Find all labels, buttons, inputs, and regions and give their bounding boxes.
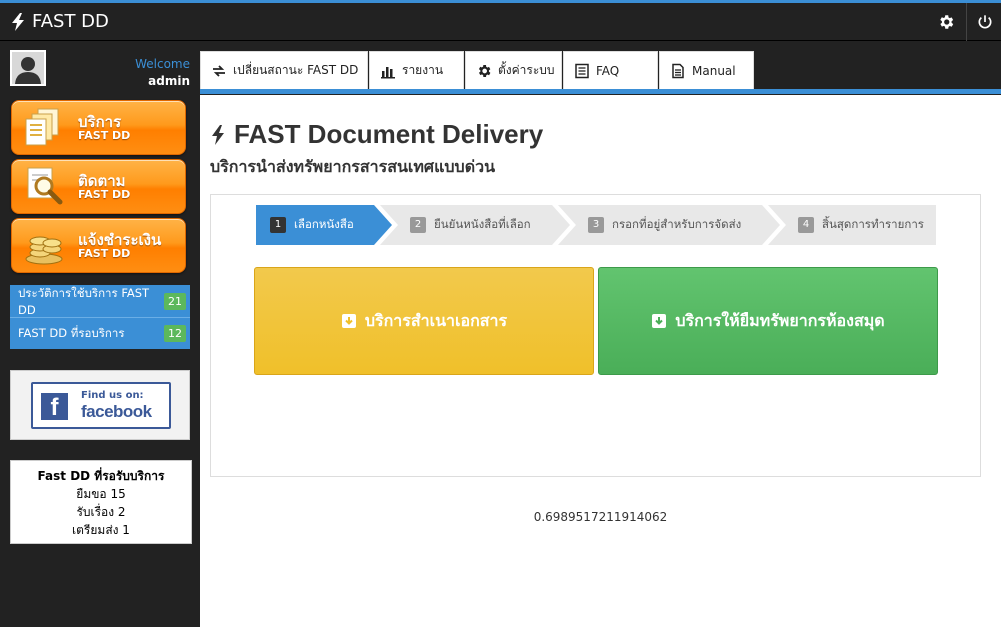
exchange-icon: [213, 64, 225, 77]
menu-service-sub: FAST DD: [78, 129, 131, 142]
sidebar-item-pending[interactable]: FAST DD ที่รอบริการ 12: [10, 317, 190, 349]
step-number: 1: [270, 217, 286, 233]
step-label: ยืนยันหนังสือที่เลือก: [434, 217, 531, 231]
step-number: 2: [410, 217, 426, 233]
tab-label: รายงาน: [402, 63, 444, 77]
copy-service-label: บริการสำเนาเอกสาร: [364, 310, 508, 330]
sidebar-item-label: ประวัติการใช้บริการ FAST DD: [18, 286, 150, 317]
top-bar: FAST DD: [0, 0, 1001, 41]
menu-track-button[interactable]: ติดตาม FAST DD: [11, 159, 186, 214]
download-box-icon: [341, 314, 356, 328]
step-label: กรอกที่อยู่สำหรับการจัดส่ง: [612, 217, 742, 231]
tab-manual[interactable]: Manual: [659, 51, 754, 89]
wizard-step-select-book[interactable]: 1 เลือกหนังสือ: [256, 205, 392, 245]
step-label: เลือกหนังสือ: [294, 217, 354, 231]
wizard-steps: 1 เลือกหนังสือ 2 ยืนยันหนังสือที่เลือก 3…: [256, 205, 936, 245]
count-badge: 21: [164, 292, 186, 310]
tab-label: Manual: [692, 63, 736, 78]
settings-button[interactable]: [928, 3, 964, 41]
facebook-find-text: Find us on:: [81, 390, 144, 401]
page-subtitle: บริการนำส่งทรัพยากรสารสนเทศแบบด่วน: [210, 157, 495, 176]
tab-bar: เปลี่ยนสถานะ FAST DD รายงาน ตั้งค่าระบบ …: [200, 41, 1001, 95]
status-title: Fast DD ที่รอรับบริการ: [37, 469, 165, 483]
main-content: เปลี่ยนสถานะ FAST DD รายงาน ตั้งค่าระบบ …: [200, 41, 1001, 627]
sidebar-list: ประวัติการใช้บริการ FAST DD 21 FAST DD ท…: [10, 285, 190, 349]
wizard-step-finish[interactable]: 4 สิ้นสุดการทำรายการ: [768, 205, 936, 245]
menu-payment-sub: FAST DD: [78, 247, 131, 260]
status-summary: Fast DD ที่รอรับบริการ ยืมขอ 15 รับเรื่อ…: [10, 460, 192, 544]
sidebar: Welcome admin บริการ FAST DD ติดตาม FAST…: [0, 41, 200, 627]
app-title: FAST DD: [32, 11, 109, 32]
page-title-text: FAST Document Delivery: [234, 119, 544, 149]
gear-icon: [940, 15, 954, 29]
documents-icon: [25, 108, 59, 146]
wizard-panel: 1 เลือกหนังสือ 2 ยืนยันหนังสือที่เลือก 3…: [210, 194, 981, 477]
wizard-step-confirm[interactable]: 2 ยืนยันหนังสือที่เลือก: [380, 205, 570, 245]
logout-button[interactable]: [966, 3, 1001, 41]
menu-track-sub: FAST DD: [78, 188, 131, 201]
bar-chart-icon: [381, 66, 395, 78]
tab-label: ตั้งค่าระบบ: [498, 63, 555, 77]
menu-service-button[interactable]: บริการ FAST DD: [11, 100, 186, 155]
lightning-icon: [12, 12, 24, 31]
facebook-box: f Find us on: facebook: [10, 370, 190, 440]
sidebar-item-history[interactable]: ประวัติการใช้บริการ FAST DD 21: [10, 285, 190, 317]
page-title: FAST Document Delivery: [210, 119, 543, 150]
tab-label: FAQ: [596, 63, 620, 78]
facebook-link[interactable]: f Find us on: facebook: [31, 382, 171, 429]
welcome-text: Welcome: [135, 57, 190, 71]
tab-stripe: [200, 89, 1001, 94]
coins-icon: [25, 236, 63, 265]
copy-service-button[interactable]: บริการสำเนาเอกสาร: [254, 267, 594, 375]
download-box-icon: [652, 314, 667, 328]
list-icon: [575, 63, 589, 78]
username: admin: [148, 74, 190, 88]
tab-settings[interactable]: ตั้งค่าระบบ: [465, 51, 562, 89]
document-icon: [672, 63, 684, 78]
user-silhouette-icon: [12, 52, 44, 84]
count-badge: 12: [164, 325, 186, 342]
loan-service-button[interactable]: บริการให้ยืมทรัพยากรห้องสมุด: [598, 267, 938, 375]
avatar[interactable]: [10, 50, 46, 86]
power-icon: [978, 15, 991, 29]
status-line: รับเรื่อง 2: [76, 505, 126, 519]
wizard-step-address[interactable]: 3 กรอกที่อยู่สำหรับการจัดส่ง: [558, 205, 780, 245]
tab-label: เปลี่ยนสถานะ FAST DD: [233, 63, 359, 77]
facebook-name: facebook: [81, 402, 152, 421]
step-label: สิ้นสุดการทำรายการ: [822, 217, 924, 231]
loan-service-label: บริการให้ยืมทรัพยากรห้องสมุด: [675, 310, 885, 330]
status-line: เตรียมส่ง 1: [72, 523, 130, 537]
tab-faq[interactable]: FAQ: [563, 51, 658, 89]
step-number: 3: [588, 217, 604, 233]
gear-icon: [478, 64, 491, 77]
footer-value: 0.6989517211914062: [533, 510, 668, 524]
brand[interactable]: FAST DD: [10, 11, 109, 32]
tab-change-status[interactable]: เปลี่ยนสถานะ FAST DD: [200, 51, 368, 89]
facebook-icon: f: [41, 393, 68, 421]
magnifier-icon: [27, 167, 63, 205]
menu-payment-button[interactable]: แจ้งชำระเงิน FAST DD: [11, 218, 186, 273]
tab-report[interactable]: รายงาน: [369, 51, 464, 89]
lightning-icon: [212, 124, 224, 145]
status-line: ยืมขอ 15: [76, 487, 126, 501]
step-number: 4: [798, 217, 814, 233]
sidebar-item-label: FAST DD ที่รอบริการ: [18, 325, 125, 340]
